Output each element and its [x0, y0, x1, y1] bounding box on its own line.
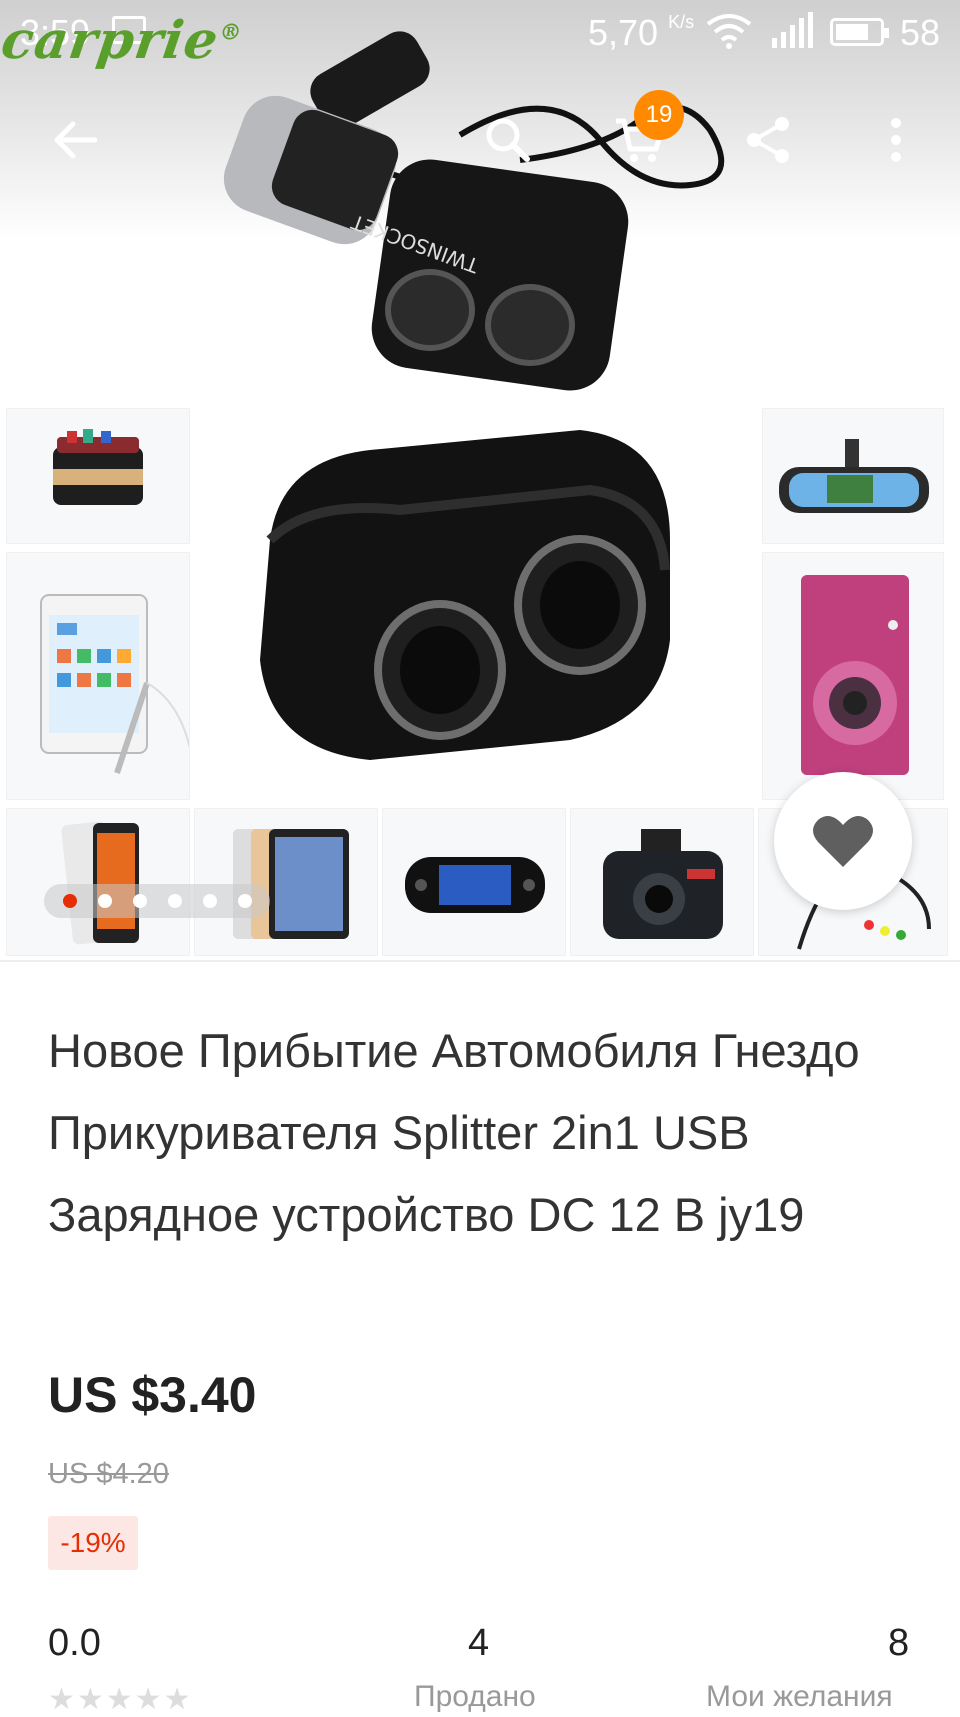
search-icon	[486, 118, 530, 162]
page-dot[interactable]	[167, 894, 182, 908]
status-net-speed: 5,70 K/s	[588, 12, 695, 53]
battery-icon	[830, 18, 889, 46]
back-arrow-icon	[54, 121, 97, 159]
more-options-button[interactable]	[856, 92, 936, 188]
brand-watermark: carprie®	[0, 10, 245, 71]
wishlist-button[interactable]	[774, 772, 912, 910]
sold-label: Продано	[414, 1680, 536, 1713]
page-dot[interactable]	[237, 894, 252, 908]
discount-badge: -19%	[48, 1516, 138, 1570]
battery-level: 58	[900, 12, 941, 53]
wishlist-label[interactable]: Мои желания	[706, 1680, 893, 1714]
page-dot[interactable]	[62, 894, 77, 908]
page-dot[interactable]	[97, 894, 112, 908]
share-button[interactable]	[728, 92, 808, 188]
product-title: Новое Прибытие Автомобиля Гнездо Прикури…	[48, 1024, 860, 1241]
related-thumb-tablet	[6, 552, 190, 800]
original-price: US $4.20	[48, 1458, 169, 1490]
related-thumb-mirror-dvr	[762, 408, 944, 544]
sold-count: 4	[468, 1622, 490, 1664]
product-image-main: TWINSOCKET	[223, 31, 725, 391]
page-dot[interactable]	[132, 894, 147, 908]
heart-icon	[813, 816, 873, 867]
section-divider	[0, 960, 960, 962]
related-thumb-ipad	[194, 808, 378, 956]
product-price: US $3.40	[48, 1367, 257, 1423]
top-action-bar	[0, 92, 960, 188]
related-thumb-cooler	[6, 408, 190, 544]
product-image-socket	[260, 430, 670, 760]
related-thumb-phone	[6, 808, 190, 956]
share-icon	[747, 117, 789, 163]
rating-stars: ★★★★★	[48, 1683, 193, 1716]
related-thumb-camera	[762, 552, 944, 800]
gallery-page-indicator	[44, 884, 270, 918]
rating-value: 0.0	[48, 1622, 101, 1664]
wifi-icon	[706, 14, 752, 49]
back-button[interactable]	[34, 92, 114, 188]
search-button[interactable]	[468, 92, 548, 188]
signal-icon	[772, 12, 813, 48]
related-thumb-psp	[382, 808, 566, 956]
more-vert-icon	[891, 118, 901, 162]
page-dot[interactable]	[202, 894, 217, 908]
wishlist-count: 8	[888, 1622, 910, 1664]
cart-count-badge: 19	[634, 90, 684, 140]
related-thumb-dashcam	[570, 808, 754, 956]
product-image-gallery[interactable]: TWINSOCKET 3:59 5,70 K/s 58 carprie® 19	[0, 0, 960, 960]
